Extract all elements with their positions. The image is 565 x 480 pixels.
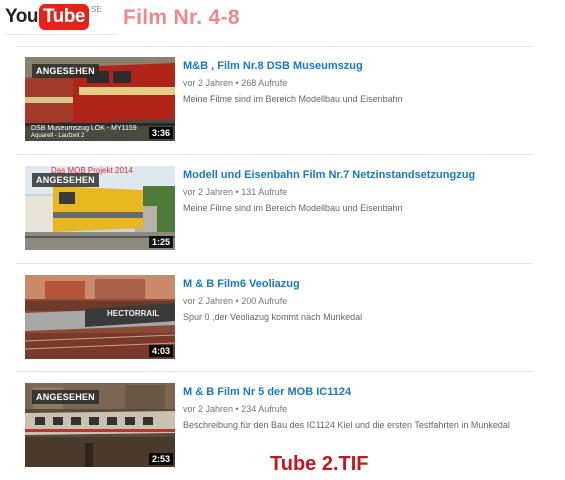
video-thumbnail[interactable]: HECTORRAIL 4:03 (25, 275, 175, 359)
page-title: Film Nr. 4-8 (123, 6, 240, 29)
logo-you-text: You (5, 6, 38, 27)
video-thumbnail[interactable]: ANGESEHEN DSB Museumszug LOK - MY1159 Aq… (25, 57, 175, 141)
header-divider (5, 34, 117, 35)
video-duration: 1:25 (148, 236, 173, 248)
divider (16, 371, 533, 372)
video-info: M & B Film Nr 5 der MOB IC1124 vor 2 Jah… (183, 385, 543, 431)
video-description: Meine Filme sind im Bereich Modellbau un… (183, 94, 403, 104)
video-description: Meine Filme sind im Bereich Modellbau un… (183, 203, 403, 213)
video-views: 131 Aufrufe (241, 187, 288, 197)
video-info: Modell und Eisenbahn Film Nr.7 Netzinsta… (183, 168, 543, 214)
logo-country-code: SE (90, 5, 102, 14)
video-views: 200 Aufrufe (241, 296, 288, 306)
youtube-logo[interactable]: You Tube SE (5, 4, 102, 30)
video-duration: 4:03 (148, 345, 173, 357)
logo-tube-text: Tube (38, 4, 89, 30)
video-item: HECTORRAIL 4:03 M & B Film6 Veoliazug vo… (25, 275, 545, 361)
video-info: M&B , Film Nr.8 DSB Museumszug vor 2 Jah… (183, 59, 543, 105)
watched-badge: ANGESEHEN (32, 173, 99, 187)
video-age: vor 2 Jahren (183, 78, 234, 88)
video-title-link[interactable]: M & B Film6 Veoliazug (183, 277, 543, 291)
video-thumbnail[interactable]: ANGESEHEN 2:53 (25, 383, 175, 467)
watched-badge: ANGESEHEN (32, 390, 99, 404)
video-age: vor 2 Jahren (183, 404, 234, 414)
divider (16, 46, 533, 47)
video-title-link[interactable]: M&B , Film Nr.8 DSB Museumszug (183, 59, 543, 73)
video-title-link[interactable]: M & B Film Nr 5 der MOB IC1124 (183, 385, 543, 399)
video-item: ANGESEHEN DSB Museumszug LOK - MY1159 Aq… (25, 57, 545, 143)
divider (16, 154, 533, 155)
video-description: Spur 0 ,der Veoliazug kommt nach Munkeda… (183, 312, 363, 322)
video-info: M & B Film6 Veoliazug vor 2 Jahren • 200… (183, 277, 543, 323)
video-duration: 2:53 (148, 453, 173, 465)
thumbnail-caption: DSB Museumszug LOK - MY1159 (31, 125, 137, 132)
video-age: vor 2 Jahren (183, 296, 234, 306)
video-meta: vor 2 Jahren • 234 Aufrufe (183, 404, 288, 414)
divider (16, 263, 533, 264)
train-lettering: HECTORRAIL (107, 309, 160, 318)
video-title-link[interactable]: Modell und Eisenbahn Film Nr.7 Netzinsta… (183, 168, 543, 182)
watched-badge: ANGESEHEN (32, 64, 99, 78)
video-views: 268 Aufrufe (241, 78, 288, 88)
video-thumbnail[interactable]: Das MOB Projekt 2014 ANGESEHEN 1:25 (25, 166, 175, 250)
video-description: Beschreibung für den Bau des IC1124 Kiel… (183, 420, 510, 430)
video-meta: vor 2 Jahren • 200 Aufrufe (183, 296, 288, 306)
video-item: Das MOB Projekt 2014 ANGESEHEN 1:25 Mode… (25, 166, 545, 252)
video-duration: 3:36 (148, 127, 173, 139)
video-meta: vor 2 Jahren • 268 Aufrufe (183, 78, 288, 88)
video-views: 234 Aufrufe (241, 404, 288, 414)
video-meta: vor 2 Jahren • 131 Aufrufe (183, 187, 288, 197)
video-age: vor 2 Jahren (183, 187, 234, 197)
image-caption: Tube 2.TIF (270, 453, 369, 475)
thumbnail-caption: Aquarell - Laufzeit 2 (31, 133, 85, 139)
